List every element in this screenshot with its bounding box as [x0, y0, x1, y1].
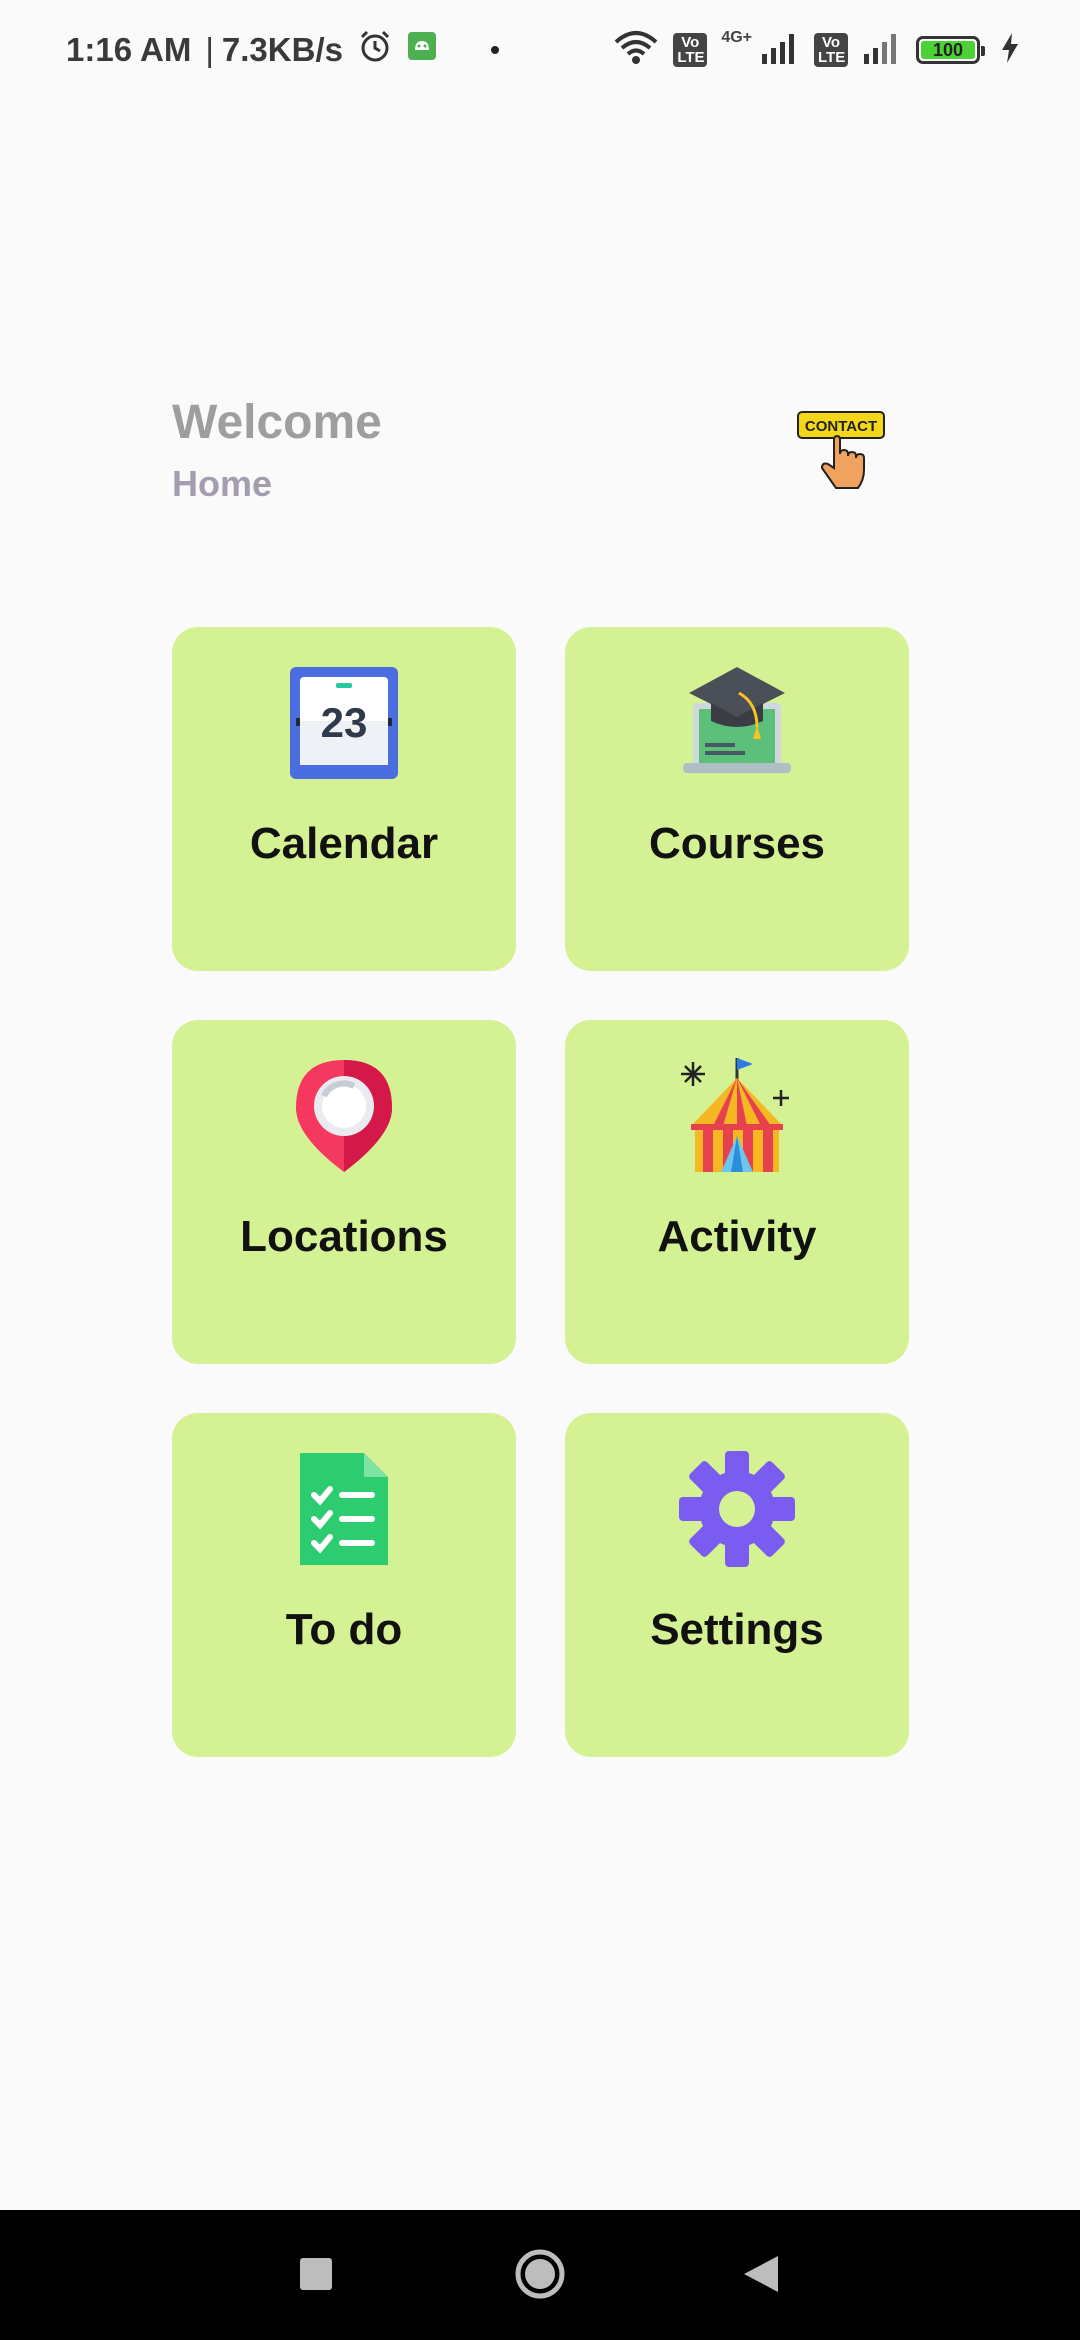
- contact-button[interactable]: CONTACT: [796, 410, 892, 494]
- calendar-day: 23: [321, 699, 368, 746]
- status-right: Vo LTE 4G+ Vo LTE 100: [613, 29, 1020, 71]
- tile-settings[interactable]: Settings: [565, 1413, 909, 1757]
- status-time: 1:16 AM: [66, 31, 192, 68]
- status-separator: |: [205, 31, 214, 68]
- notification-dot: [490, 46, 499, 54]
- page-subtitle: Home: [172, 463, 273, 504]
- circus-tent-icon: [677, 1056, 797, 1176]
- tile-locations[interactable]: Locations: [172, 1020, 516, 1364]
- wifi-icon: [613, 30, 659, 71]
- tile-todo[interactable]: To do: [172, 1413, 516, 1757]
- calendar-icon: 23: [284, 663, 404, 783]
- recents-button[interactable]: [298, 2256, 334, 2297]
- contact-label: CONTACT: [805, 418, 877, 435]
- battery-indicator: 100: [916, 36, 985, 64]
- tile-label: To do: [285, 1605, 403, 1654]
- graduation-laptop-icon: [677, 663, 797, 783]
- system-nav-bar: [0, 2210, 1080, 2340]
- android-notification-icon: [407, 31, 437, 69]
- sim2-badge: Vo LTE: [814, 33, 848, 67]
- tile-activity[interactable]: Activity: [565, 1020, 909, 1364]
- tile-courses[interactable]: Courses: [565, 627, 909, 971]
- tile-label: Calendar: [249, 819, 439, 868]
- signal-icon: [862, 32, 902, 69]
- tile-label: Settings: [650, 1605, 824, 1654]
- gear-icon: [677, 1449, 797, 1569]
- net-speed: 7.3KB/s: [221, 31, 343, 68]
- tile-calendar[interactable]: 23 Calendar: [172, 627, 516, 971]
- status-left: 1:16 AM | 7.3KB/s: [66, 28, 499, 72]
- home-button[interactable]: [514, 2248, 566, 2305]
- tile-label: Locations: [240, 1212, 448, 1261]
- battery-level: 100: [932, 39, 964, 60]
- checklist-icon: [284, 1449, 404, 1569]
- tile-label: Activity: [657, 1212, 817, 1261]
- sim1-tech: 4G+: [721, 29, 752, 46]
- back-button[interactable]: [742, 2254, 780, 2299]
- status-bar: 1:16 AM | 7.3KB/s Vo LTE 4G+ Vo LTE 100: [0, 0, 1080, 100]
- tile-label: Courses: [648, 819, 826, 868]
- sim1-badge: Vo LTE: [673, 33, 708, 67]
- charging-icon: [1000, 32, 1020, 68]
- page-title: Welcome: [172, 396, 382, 449]
- alarm-icon: [357, 28, 393, 72]
- location-pin-icon: [284, 1056, 404, 1176]
- signal-icon: [760, 32, 800, 69]
